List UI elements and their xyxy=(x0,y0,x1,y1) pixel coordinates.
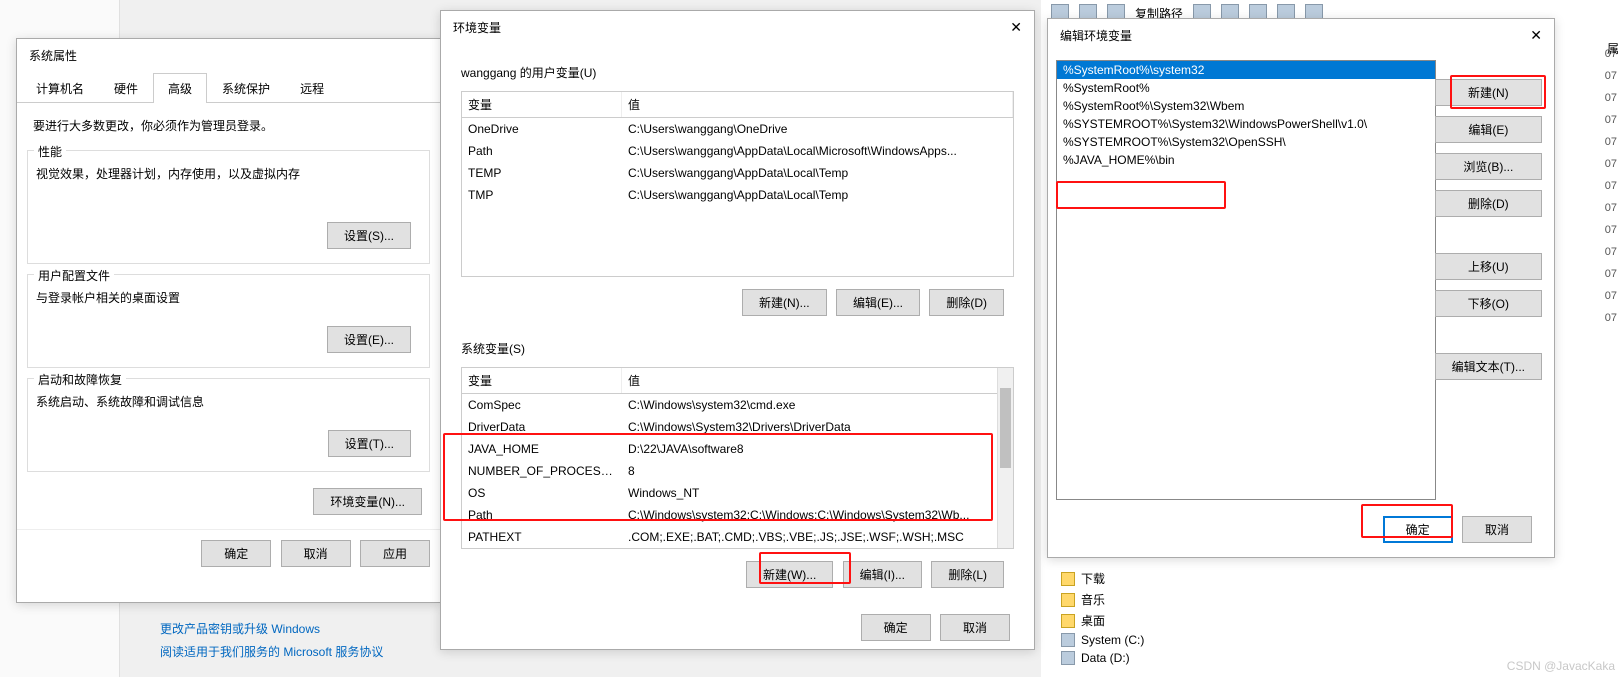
tree-downloads[interactable]: 下载 xyxy=(1061,568,1144,589)
startup-settings-button[interactable]: 设置(T)... xyxy=(328,430,411,457)
table-row[interactable]: ComSpecC:\Windows\system32\cmd.exe xyxy=(462,394,1013,416)
user-edit-button[interactable]: 编辑(E)... xyxy=(836,289,920,316)
tab-row: 计算机名硬件高级系统保护远程 xyxy=(17,72,440,103)
table-row[interactable]: TMPC:\Users\wanggang\AppData\Local\Temp xyxy=(462,184,1013,206)
list-item[interactable]: %SystemRoot% xyxy=(1057,79,1435,97)
cancel-button[interactable]: 取消 xyxy=(1462,516,1532,543)
user-profiles-group: 用户配置文件 与登录帐户相关的桌面设置 设置(E)... xyxy=(27,274,430,368)
right-buttons: 新建(N) 编辑(E) 浏览(B)... 删除(D) 上移(U) 下移(O) 编… xyxy=(1435,79,1542,380)
move-up-button[interactable]: 上移(U) xyxy=(1435,253,1542,280)
tab-1[interactable]: 硬件 xyxy=(99,73,153,103)
cancel-button[interactable]: 取消 xyxy=(281,540,351,567)
tab-3[interactable]: 系统保护 xyxy=(207,73,285,103)
list-item[interactable]: %SYSTEMROOT%\System32\OpenSSH\ xyxy=(1057,133,1435,151)
perf-settings-button[interactable]: 设置(S)... xyxy=(327,222,411,249)
dialog-title: 环境变量 xyxy=(453,19,501,36)
table-row[interactable]: PATHEXT.COM;.EXE;.BAT;.CMD;.VBS;.VBE;.JS… xyxy=(462,526,1013,548)
browse-button[interactable]: 浏览(B)... xyxy=(1435,153,1542,180)
perf-text: 视觉效果，处理器计划，内存使用，以及虚拟内存 xyxy=(36,159,421,216)
list-item[interactable]: %SystemRoot%\system32 xyxy=(1057,61,1435,79)
tree-data-d[interactable]: Data (D:) xyxy=(1061,649,1144,667)
user-vars-list[interactable]: 变量 值 OneDriveC:\Users\wanggang\OneDriveP… xyxy=(461,91,1014,277)
table-row[interactable]: JAVA_HOMED:\22\JAVA\software8 xyxy=(462,438,1013,460)
folder-icon xyxy=(1061,572,1075,586)
list-item[interactable]: %SystemRoot%\System32\Wbem xyxy=(1057,97,1435,115)
sys-edit-button[interactable]: 编辑(I)... xyxy=(843,561,922,588)
titlebar: 环境变量 ✕ xyxy=(441,11,1034,44)
ok-button[interactable]: 确定 xyxy=(201,540,271,567)
close-icon[interactable]: ✕ xyxy=(1010,19,1022,36)
ok-button[interactable]: 确定 xyxy=(1383,516,1453,543)
titlebar: 系统属性 xyxy=(17,39,440,72)
sys-vars-list[interactable]: 变量 值 ComSpecC:\Windows\system32\cmd.exeD… xyxy=(461,367,1014,549)
performance-group: 性能 视觉效果，处理器计划，内存使用，以及虚拟内存 设置(S)... xyxy=(27,150,430,264)
tree-system-c[interactable]: System (C:) xyxy=(1061,631,1144,649)
admin-note: 要进行大多数更改，你必须作为管理员登录。 xyxy=(17,103,440,140)
col-var[interactable]: 变量 xyxy=(462,92,622,117)
table-row[interactable]: OneDriveC:\Users\wanggang\OneDrive xyxy=(462,118,1013,140)
background-links: 更改产品密钥或升级 Windows 阅读适用于我们服务的 Microsoft 服… xyxy=(140,610,403,670)
edit-env-var-dialog: 编辑环境变量 ✕ %SystemRoot%\system32%SystemRoo… xyxy=(1047,18,1555,558)
titlebar: 编辑环境变量 ✕ xyxy=(1048,19,1554,52)
disk-icon xyxy=(1061,633,1075,647)
close-icon[interactable]: ✕ xyxy=(1530,27,1542,44)
tab-0[interactable]: 计算机名 xyxy=(21,73,99,103)
edit-text-button[interactable]: 编辑文本(T)... xyxy=(1435,353,1542,380)
start-text: 系统启动、系统故障和调试信息 xyxy=(36,387,421,424)
group-label: 性能 xyxy=(34,143,66,160)
table-row[interactable]: OSWindows_NT xyxy=(462,482,1013,504)
table-row[interactable]: PathC:\Windows\system32;C:\Windows;C:\Wi… xyxy=(462,504,1013,526)
delete-button[interactable]: 删除(D) xyxy=(1435,190,1542,217)
tree-music[interactable]: 音乐 xyxy=(1061,589,1144,610)
col-val[interactable]: 值 xyxy=(622,92,1013,117)
apply-button[interactable]: 应用 xyxy=(360,540,430,567)
edit-button[interactable]: 编辑(E) xyxy=(1435,116,1542,143)
folder-icon xyxy=(1061,593,1075,607)
system-properties-dialog: 系统属性 计算机名硬件高级系统保护远程 要进行大多数更改，你必须作为管理员登录。… xyxy=(16,38,441,603)
folder-icon xyxy=(1061,614,1075,628)
date-column: 07070707070707070707070707 xyxy=(1605,46,1617,332)
group-label: 用户配置文件 xyxy=(34,267,114,284)
ok-button[interactable]: 确定 xyxy=(861,614,931,641)
bg-link-2[interactable]: 阅读适用于我们服务的 Microsoft 服务协议 xyxy=(160,643,383,660)
list-item[interactable]: %SYSTEMROOT%\System32\WindowsPowerShell\… xyxy=(1057,115,1435,133)
profile-settings-button[interactable]: 设置(E)... xyxy=(327,326,411,353)
dialog-title: 系统属性 xyxy=(29,47,77,64)
env-vars-dialog: 环境变量 ✕ wanggang 的用户变量(U) 变量 值 OneDriveC:… xyxy=(440,10,1035,650)
tab-4[interactable]: 远程 xyxy=(285,73,339,103)
bg-link-1[interactable]: 更改产品密钥或升级 Windows xyxy=(160,620,383,637)
table-row[interactable]: DriverDataC:\Windows\System32\Drivers\Dr… xyxy=(462,416,1013,438)
disk-icon xyxy=(1061,651,1075,665)
right-edge-label: 属 xyxy=(1607,40,1619,57)
tab-2[interactable]: 高级 xyxy=(153,73,207,103)
watermark: CSDN @JavacKaka xyxy=(1507,659,1615,673)
user-new-button[interactable]: 新建(N)... xyxy=(742,289,827,316)
list-header: 变量 值 xyxy=(462,368,1013,394)
scrollbar[interactable] xyxy=(997,368,1013,548)
table-row[interactable]: PathC:\Users\wanggang\AppData\Local\Micr… xyxy=(462,140,1013,162)
group-label: 启动和故障恢复 xyxy=(34,371,126,388)
env-vars-button[interactable]: 环境变量(N)... xyxy=(313,488,422,515)
tree-desktop[interactable]: 桌面 xyxy=(1061,610,1144,631)
new-button[interactable]: 新建(N) xyxy=(1435,79,1542,106)
sys-new-button[interactable]: 新建(W)... xyxy=(746,561,833,588)
scroll-thumb[interactable] xyxy=(1000,388,1011,468)
list-item[interactable]: %JAVA_HOME%\bin xyxy=(1057,151,1435,169)
table-row[interactable]: TEMPC:\Users\wanggang\AppData\Local\Temp xyxy=(462,162,1013,184)
startup-recovery-group: 启动和故障恢复 系统启动、系统故障和调试信息 设置(T)... xyxy=(27,378,430,472)
move-down-button[interactable]: 下移(O) xyxy=(1435,290,1542,317)
col-val[interactable]: 值 xyxy=(622,368,1013,393)
list-header: 变量 值 xyxy=(462,92,1013,118)
cancel-button[interactable]: 取消 xyxy=(940,614,1010,641)
path-list[interactable]: %SystemRoot%\system32%SystemRoot%%System… xyxy=(1056,60,1436,500)
prof-text: 与登录帐户相关的桌面设置 xyxy=(36,283,421,320)
dialog-title: 编辑环境变量 xyxy=(1060,27,1132,44)
user-vars-label: wanggang 的用户变量(U) xyxy=(441,44,1034,85)
sys-vars-label: 系统变量(S) xyxy=(441,322,1034,361)
col-var[interactable]: 变量 xyxy=(462,368,622,393)
table-row[interactable]: NUMBER_OF_PROCESSORS8 xyxy=(462,460,1013,482)
sys-delete-button[interactable]: 删除(L) xyxy=(931,561,1004,588)
user-delete-button[interactable]: 删除(D) xyxy=(929,289,1004,316)
nav-tree: 下载 音乐 桌面 System (C:) Data (D:) xyxy=(1061,568,1144,667)
